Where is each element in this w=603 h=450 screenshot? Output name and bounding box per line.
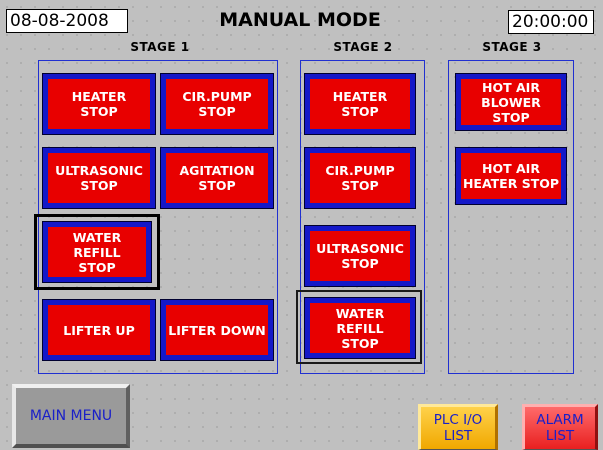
alarm-list-button[interactable]: ALARM LIST <box>522 404 598 450</box>
button-label: CIR.PUMP STOP <box>325 163 395 193</box>
main-menu-button[interactable]: MAIN MENU <box>12 384 130 448</box>
stage2-ultrasonic-stop-button[interactable]: ULTRASONIC STOP <box>304 225 416 287</box>
stage1-ultrasonic-stop-button[interactable]: ULTRASONIC STOP <box>42 147 156 209</box>
button-label: HOT AIR HEATER STOP <box>462 161 560 191</box>
stage1-lifter-up-button[interactable]: LIFTER UP <box>42 299 156 361</box>
stage1-lifter-down-button[interactable]: LIFTER DOWN <box>160 299 274 361</box>
page-title: MANUAL MODE <box>219 9 381 31</box>
button-label: HEATER STOP <box>71 89 127 119</box>
date-display: 08-08-2008 <box>6 9 128 33</box>
main-menu-label: MAIN MENU <box>29 408 113 424</box>
plc-io-list-label: PLC I/O LIST <box>433 412 483 444</box>
stage1-water-refill-stop-button[interactable]: WATER REFILL STOP <box>42 221 152 283</box>
stage1-cir-pump-stop-button[interactable]: CIR.PUMP STOP <box>160 73 274 135</box>
alarm-list-label: ALARM LIST <box>536 412 584 444</box>
stage2-water-refill-stop-button[interactable]: WATER REFILL STOP <box>304 297 416 359</box>
stage2-heater-stop-button[interactable]: HEATER STOP <box>304 73 416 135</box>
stage3-hot-air-blower-stop-button[interactable]: HOT AIR BLOWER STOP <box>455 73 567 131</box>
plc-io-list-button[interactable]: PLC I/O LIST <box>418 404 498 450</box>
stage1-heater-stop-button[interactable]: HEATER STOP <box>42 73 156 135</box>
button-label: CIR.PUMP STOP <box>182 89 252 119</box>
stage-2-label: STAGE 2 <box>333 40 393 54</box>
stage3-hot-air-heater-stop-button[interactable]: HOT AIR HEATER STOP <box>455 147 567 205</box>
time-display: 20:00:00 <box>508 10 594 34</box>
button-label: WATER REFILL STOP <box>335 305 385 351</box>
stage2-cir-pump-stop-button[interactable]: CIR.PUMP STOP <box>304 147 416 209</box>
button-label: ULTRASONIC STOP <box>55 163 143 193</box>
button-label: HEATER STOP <box>332 89 388 119</box>
stage1-agitation-stop-button[interactable]: AGITATION STOP <box>160 147 274 209</box>
stage-1-label: STAGE 1 <box>130 40 190 54</box>
button-label: HOT AIR BLOWER STOP <box>481 79 541 125</box>
button-label: AGITATION STOP <box>179 163 255 193</box>
button-label: ULTRASONIC STOP <box>316 241 404 271</box>
button-label: WATER REFILL STOP <box>72 229 122 275</box>
button-label: LIFTER UP <box>63 322 135 338</box>
button-label: LIFTER DOWN <box>168 322 266 338</box>
stage-3-label: STAGE 3 <box>482 40 542 54</box>
